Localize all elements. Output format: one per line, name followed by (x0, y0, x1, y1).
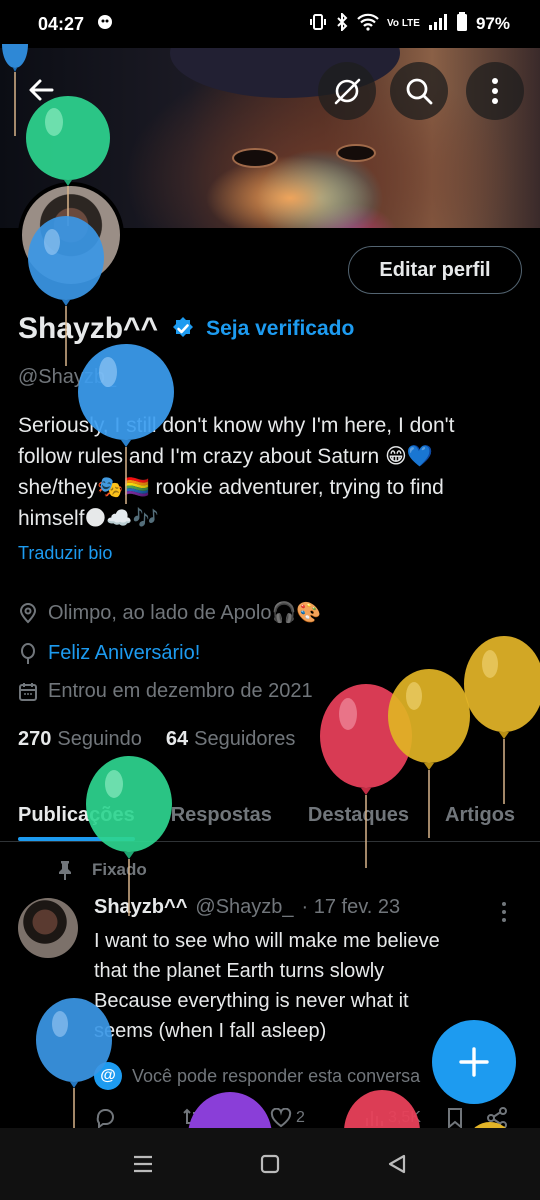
following-label: Seguindo (57, 728, 142, 750)
post-date: · 17 fev. 23 (301, 896, 401, 918)
notification-icon (96, 13, 114, 36)
balloon-decoration (26, 96, 110, 226)
battery-icon (456, 11, 468, 37)
balloon-decoration (78, 344, 174, 504)
more-vertical-icon (492, 78, 498, 104)
bookmark-button[interactable] (446, 1107, 464, 1129)
banner-eye (232, 148, 278, 168)
get-verified-link[interactable]: Seja verificado (170, 316, 354, 342)
reply-note-text: Você pode responder esta conversa (132, 1065, 421, 1086)
joined-text: Entrou em dezembro de 2021 (48, 680, 313, 702)
like-count: 2 (296, 1109, 305, 1126)
pin-icon (59, 861, 71, 880)
search-icon (406, 78, 433, 105)
post-actions: 2 3,5K (94, 1106, 514, 1130)
following-link[interactable]: 270 Seguindo (18, 728, 142, 751)
search-button[interactable] (390, 62, 448, 120)
following-count: 270 (18, 728, 52, 750)
bluetooth-icon (335, 11, 349, 36)
banner-eye (336, 144, 376, 162)
followers-label: Seguidores (194, 728, 296, 750)
recent-apps-icon (134, 1155, 153, 1173)
bookmark-icon (448, 1108, 462, 1129)
like-button[interactable]: 2 (270, 1108, 305, 1128)
vibrate-icon (309, 13, 327, 36)
location-icon (19, 602, 37, 623)
grok-icon (334, 78, 361, 105)
more-vertical-icon (502, 902, 506, 922)
recent-apps-button[interactable] (113, 1134, 173, 1194)
signal-icon (428, 13, 448, 36)
balloon-icon (21, 642, 35, 664)
compose-button[interactable] (432, 1020, 516, 1104)
followers-count: 64 (165, 728, 189, 750)
followers-link[interactable]: 64 Seguidores (166, 728, 295, 751)
balloon-decoration (86, 756, 172, 916)
balloon-decoration (388, 669, 470, 838)
post-author-handle: @Shayzb_ (195, 896, 294, 918)
status-time: 04:27 (38, 13, 85, 34)
translate-bio-link[interactable]: Traduzir bio (18, 543, 112, 564)
battery-level: 97% (475, 14, 510, 33)
get-verified-label: Seja verificado (206, 317, 355, 340)
network-type: Vo LTE (387, 18, 420, 29)
birthday-text: Feliz Aniversário! (48, 642, 201, 664)
follow-stats: 270 Seguindo 64 Seguidores (18, 728, 295, 751)
home-button[interactable] (240, 1134, 300, 1194)
post-more-button[interactable] (500, 900, 508, 929)
balloon-decoration (344, 1090, 420, 1128)
reply-restriction-note: @ Você pode responder esta conversa (94, 1062, 420, 1090)
verified-badge-icon (173, 317, 194, 337)
balloon-decoration (188, 1092, 272, 1128)
profile-birthday[interactable]: Feliz Aniversário! (18, 642, 200, 665)
post-author-avatar[interactable] (18, 898, 78, 958)
back-triangle-icon (388, 1154, 405, 1174)
home-icon (260, 1154, 280, 1174)
profile-joined: Entrou em dezembro de 2021 (18, 680, 313, 703)
balloon-decoration (464, 636, 540, 804)
status-bar: 04:27 Vo LTE 97% (0, 0, 540, 48)
more-options-button[interactable] (466, 62, 524, 120)
compose-icon (459, 1047, 489, 1077)
system-navigation-bar (0, 1128, 540, 1200)
calendar-icon (19, 682, 37, 701)
balloon-decoration (36, 998, 112, 1128)
profile-location: Olimpo, ao lado de Apolo🎧🎨 (18, 600, 321, 625)
balloon-decoration (474, 1122, 506, 1128)
location-text: Olimpo, ao lado de Apolo🎧🎨 (48, 602, 322, 624)
back-nav-button[interactable] (367, 1134, 427, 1194)
wifi-icon (357, 13, 379, 36)
grok-button[interactable] (318, 62, 376, 120)
edit-profile-button[interactable]: Editar perfil (348, 246, 522, 294)
